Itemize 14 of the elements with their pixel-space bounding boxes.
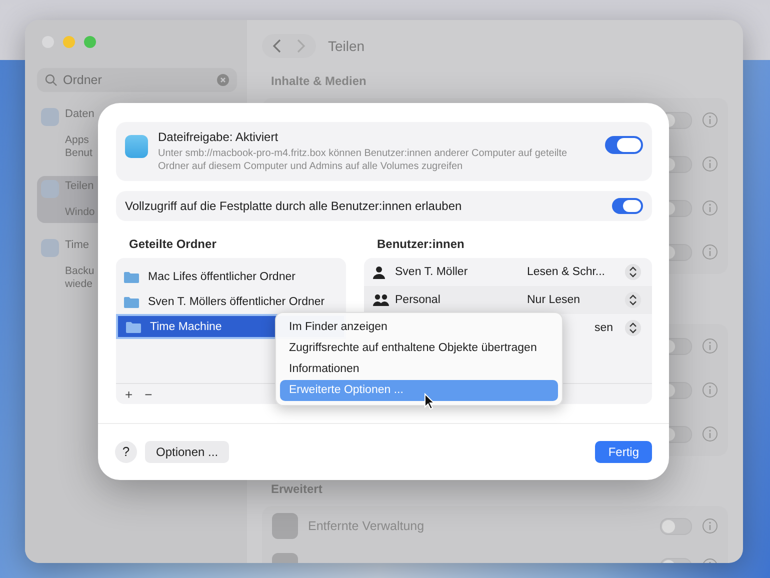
section-heading: Inhalte & Medien bbox=[271, 74, 368, 88]
sharing-description: Unter smb://macbook-pro-m4.fritz.box können Benutzer:innen anderer Computer auf geteilte Ordner auf diesem Computer und Admins auf alle Volumes zugreifen bbox=[158, 147, 568, 173]
full-access-label: Vollzugriff auf die Festplatte durch alle Benutzer:innen erlauben bbox=[125, 199, 463, 213]
permission-value: sen bbox=[594, 322, 613, 334]
sharing-title: Dateifreigabe: Aktiviert bbox=[158, 130, 280, 144]
user-name: Personal bbox=[395, 294, 442, 306]
section-heading: Erweitert bbox=[271, 482, 324, 496]
list-heading: Geteilte Ordner bbox=[129, 237, 218, 251]
setting-label: Entfernte Verwaltung bbox=[308, 519, 424, 533]
list-heading: Benutzer:innen bbox=[377, 237, 466, 251]
user-name: Sven T. Möller bbox=[395, 266, 469, 278]
window-title: Teilen bbox=[328, 38, 365, 54]
permission-value: Nur Lesen bbox=[527, 294, 582, 306]
permission-value: Lesen & Schr... bbox=[527, 266, 606, 278]
